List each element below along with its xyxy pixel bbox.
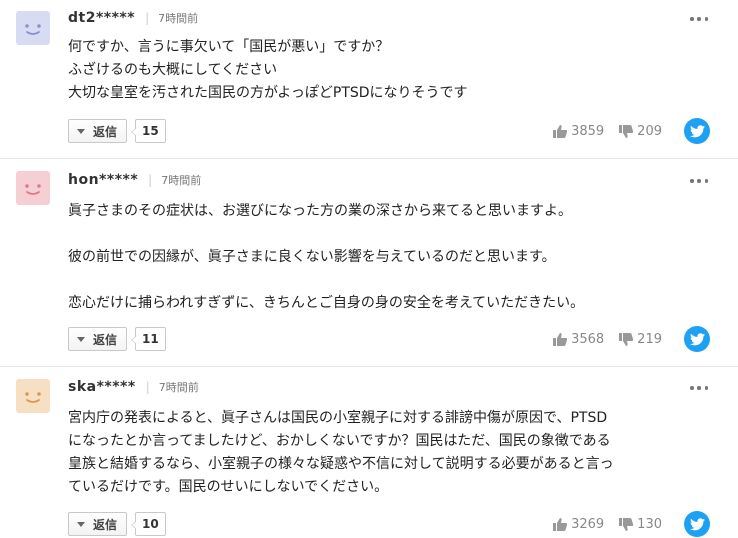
like-count: 3859 [571,123,605,139]
comment-line: 何ですか、言うに事欠いて「国民が悪い」ですか？ [68,39,390,55]
timestamp: 7時間前 [161,174,202,187]
thumbs-up-icon [553,332,568,346]
reply-button[interactable]: 返信 [68,119,128,143]
reply-label: 返信 [93,124,118,139]
reply-label: 返信 [93,332,118,347]
comment-actions: 返信 10 3269 130 [68,511,710,537]
comment-line: 恋心だけに捕らわれすぎずに、きちんとご自身の身の安全を考えていただきたい。 [68,295,585,311]
comment-line: 眞子さまのその症状は、お選びになった方の業の深さから来てると思いますよ。 [68,203,572,219]
header-separator: | [145,11,150,25]
comment-body: 眞子さまのその症状は、お選びになった方の業の深さから来てると思いますよ。 彼の前… [68,200,708,315]
dislike-count: 130 [637,516,662,532]
reply-label: 返信 [93,517,118,532]
comment-body: 何ですか、言うに事欠いて「国民が悪い」ですか？ ふざけるのも大概にしてください … [68,36,708,105]
username[interactable]: ska***** [68,379,136,395]
comment-line: ているだけです。国民のせいにしないでください。 [68,479,389,495]
twitter-share-button[interactable] [684,326,710,352]
timestamp: 7時間前 [158,12,199,25]
comment-header: ska***** | 7時間前 [68,378,199,396]
username[interactable]: dt2***** [68,10,135,26]
thumbs-down-icon [619,517,634,531]
dislike-count: 219 [637,331,662,347]
like-count: 3568 [571,331,605,347]
comment-body: 宮内庁の発表によると、眞子さんは国民の小室親子に対する誹謗中傷が原因で、PTSD… [68,407,708,499]
thumbs-down-icon [619,332,634,346]
header-separator: | [145,380,150,394]
twitter-bird-icon [689,332,705,345]
username[interactable]: hon***** [68,172,138,188]
like-button[interactable]: 3568 [552,332,604,347]
like-button[interactable]: 3859 [552,124,604,139]
dislike-button[interactable]: 219 [618,332,662,347]
comment-line: 彼の前世での因縁が、眞子さまに良くない影響を与えているのだと思います。 [68,249,556,265]
reply-count: 10 [131,512,166,536]
dislike-button[interactable]: 209 [618,124,662,139]
comment: dt2***** | 7時間前 何ですか、言うに事欠いて「国民が悪い」ですか？ … [0,0,738,159]
comment-line: になったとか言ってましたけど、おかしくないですか？国民はただ、国民の象徴である [68,433,611,449]
twitter-bird-icon [689,517,705,530]
header-separator: | [148,173,153,187]
comment-line: ふざけるのも大概にしてください [68,62,278,78]
dislike-count: 209 [637,123,662,139]
comment-list: dt2***** | 7時間前 何ですか、言うに事欠いて「国民が悪い」ですか？ … [0,0,738,538]
comment-line: 大切な皇室を汚された国民の方がよっぽどPTSDになりそうです [68,85,468,101]
triangle-down-icon [77,336,85,342]
comment-line: 皇族と結婚するなら、小室親子の様々な疑惑や不信に対して説明する必要があると言っ [68,456,614,472]
comment-header: hon***** | 7時間前 [68,171,201,189]
reply-count: 11 [131,327,166,351]
more-dots-icon[interactable] [690,179,708,185]
reply-button[interactable]: 返信 [68,327,128,351]
like-button[interactable]: 3269 [552,517,604,532]
twitter-share-button[interactable] [684,118,710,144]
comment: hon***** | 7時間前 眞子さまのその症状は、お選びになった方の業の深さ… [0,159,738,367]
more-dots-icon[interactable] [690,17,708,23]
comment-actions: 返信 15 3859 209 [68,118,710,144]
timestamp: 7時間前 [158,381,199,394]
more-dots-icon[interactable] [690,386,708,392]
triangle-down-icon [77,521,85,527]
thumbs-up-icon [553,124,568,138]
avatar[interactable] [16,171,50,205]
comment-actions: 返信 11 3568 219 [68,326,710,352]
reply-count: 15 [131,119,166,143]
comment-header: dt2***** | 7時間前 [68,9,198,27]
reply-button[interactable]: 返信 [68,512,128,536]
avatar[interactable] [16,379,50,413]
avatar[interactable] [16,11,50,45]
thumbs-down-icon [619,124,634,138]
twitter-share-button[interactable] [684,511,710,537]
dislike-button[interactable]: 130 [618,517,662,532]
triangle-down-icon [77,128,85,134]
twitter-bird-icon [689,124,705,137]
comment: ska***** | 7時間前 宮内庁の発表によると、眞子さんは国民の小室親子に… [0,367,738,538]
like-count: 3269 [571,516,605,532]
thumbs-up-icon [553,517,568,531]
comment-line: 宮内庁の発表によると、眞子さんは国民の小室親子に対する誹謗中傷が原因で、PTSD [68,410,608,426]
